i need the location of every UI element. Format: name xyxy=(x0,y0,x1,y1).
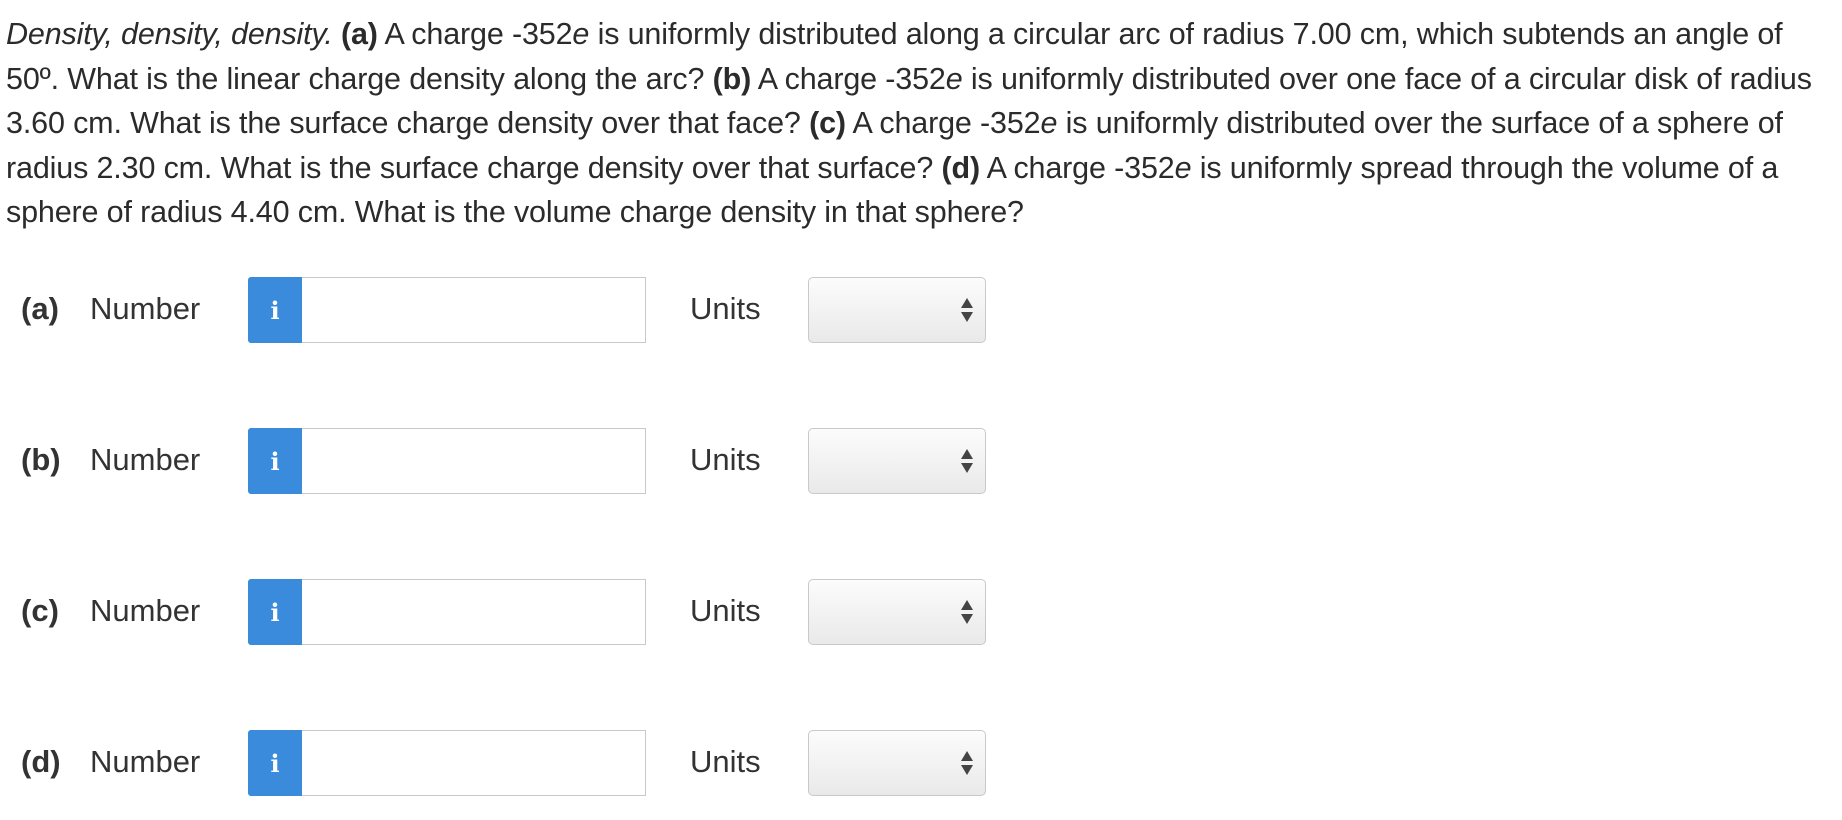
select-arrows-icon xyxy=(961,298,973,324)
question-text: Density, density, density. (a) A charge … xyxy=(6,12,1836,235)
units-label: Units xyxy=(690,291,761,326)
number-label: Number xyxy=(90,593,201,628)
answer-row-b: (b) Number i Units xyxy=(0,428,1100,494)
part-tag: (b) xyxy=(712,61,752,96)
answer-row-c: (c) Number i Units xyxy=(0,579,1100,645)
units-label: Units xyxy=(690,442,761,477)
number-input-a[interactable] xyxy=(302,277,646,343)
units-select-b[interactable] xyxy=(808,428,986,494)
elementary-charge-symbol: e xyxy=(1174,150,1192,185)
select-arrows-icon xyxy=(961,751,973,777)
part-text: A charge -352 xyxy=(377,17,573,51)
number-label: Number xyxy=(90,442,201,477)
part-text: A charge -352 xyxy=(845,106,1041,140)
number-input-c[interactable] xyxy=(302,579,646,645)
part-label: (a) xyxy=(21,291,59,326)
part-label: (b) xyxy=(21,442,61,477)
part-label: (d) xyxy=(21,744,61,779)
number-input-d[interactable] xyxy=(302,730,646,796)
info-icon[interactable]: i xyxy=(248,579,302,645)
units-select-a[interactable] xyxy=(808,277,986,343)
question-title: Density, density, density. xyxy=(6,17,333,51)
part-tag: (a) xyxy=(340,17,378,51)
select-arrows-icon xyxy=(961,449,973,475)
number-label: Number xyxy=(90,291,201,326)
part-tag: (c) xyxy=(809,106,846,140)
select-arrows-icon xyxy=(961,600,973,626)
elementary-charge-symbol: e xyxy=(945,61,963,96)
units-label: Units xyxy=(690,593,761,628)
part-text: A charge -352 xyxy=(979,150,1175,185)
units-label: Units xyxy=(690,744,761,779)
elementary-charge-symbol: e xyxy=(1040,106,1058,140)
part-tag: (d) xyxy=(941,150,980,185)
answer-row-d: (d) Number i Units xyxy=(0,730,1100,796)
part-text: A charge -352 xyxy=(751,61,946,96)
elementary-charge-symbol: e xyxy=(572,17,590,51)
part-label: (c) xyxy=(21,593,59,628)
answer-row-a: (a) Number i Units xyxy=(0,277,1100,343)
units-select-d[interactable] xyxy=(808,730,986,796)
info-icon[interactable]: i xyxy=(248,730,302,796)
info-icon[interactable]: i xyxy=(248,277,302,343)
info-icon[interactable]: i xyxy=(248,428,302,494)
number-label: Number xyxy=(90,744,201,779)
units-select-c[interactable] xyxy=(808,579,986,645)
number-input-b[interactable] xyxy=(302,428,646,494)
